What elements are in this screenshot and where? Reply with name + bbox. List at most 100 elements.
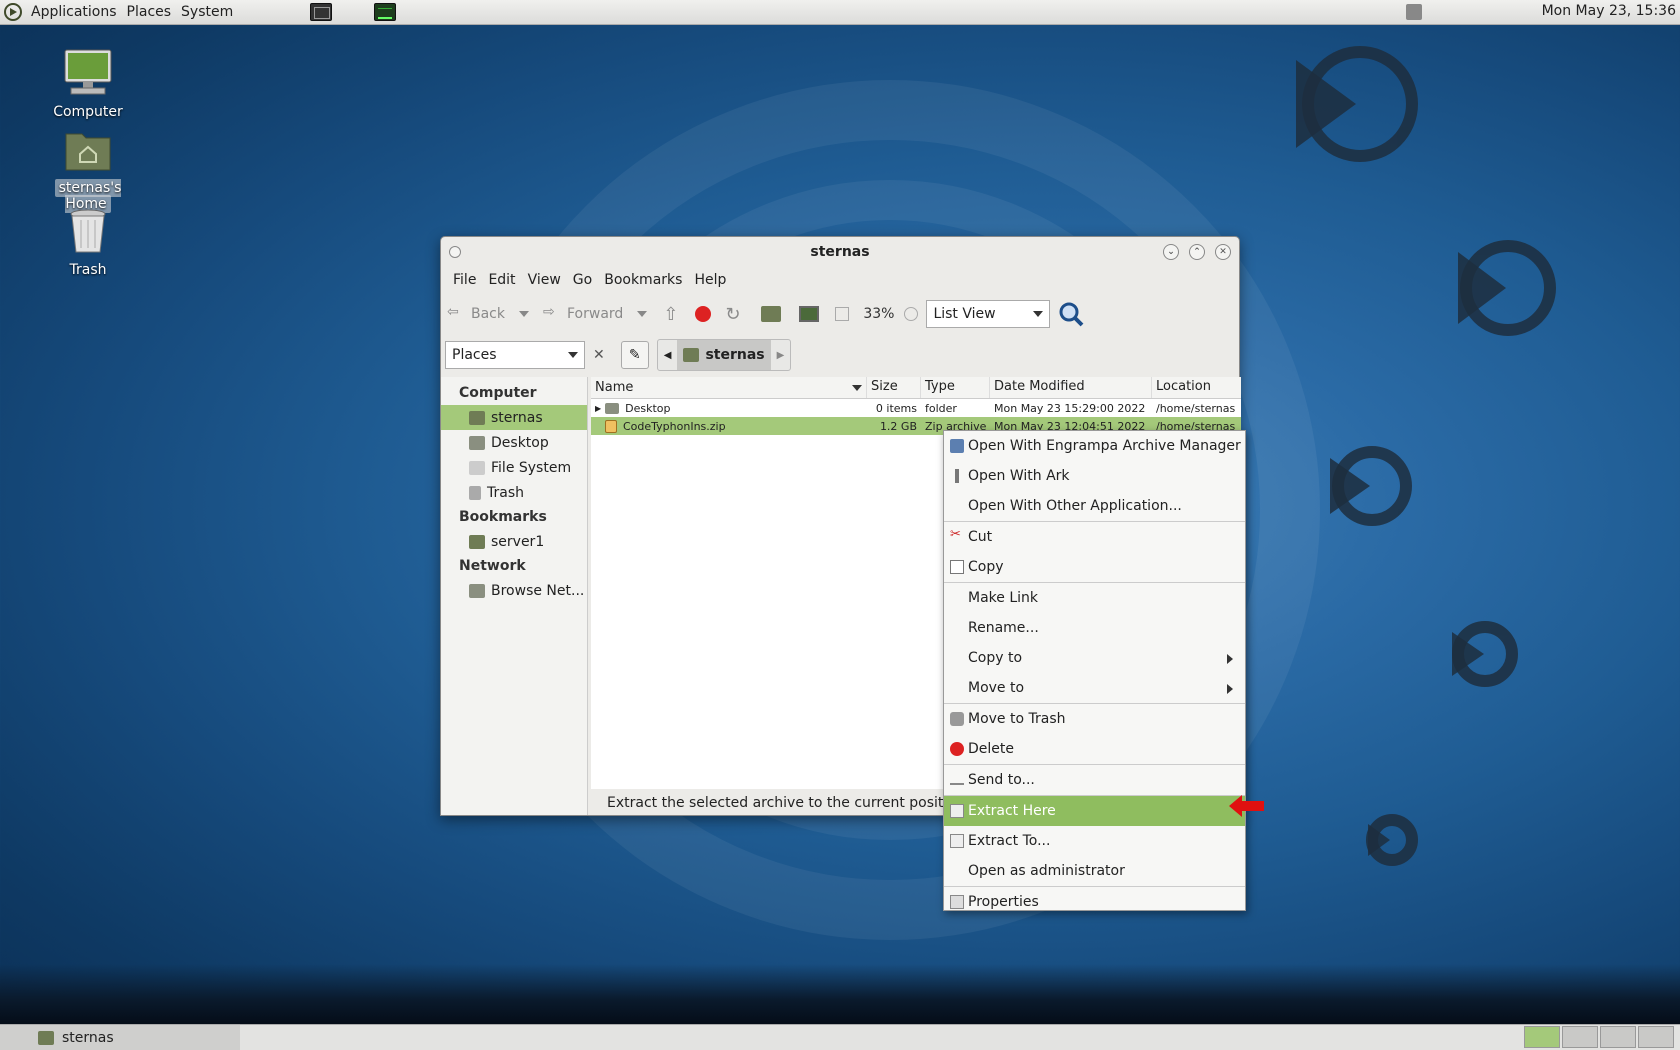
sidebar-item-sternas[interactable]: sternas [441,405,587,430]
chevron-down-icon [1033,311,1044,317]
menu-item-label: Extract Here [968,803,1056,819]
close-sidebar-icon[interactable]: ✕ [593,347,605,363]
menu-applications[interactable]: Applications [26,4,122,20]
terminal-launcher-icon[interactable] [310,3,333,21]
desktop-icon-computer[interactable]: Computer [33,48,143,120]
home-icon[interactable] [761,306,782,322]
back-label: Back [471,306,505,322]
breadcrumb-left-icon[interactable]: ◀ [658,350,678,361]
taskbar-item-sternas[interactable]: sternas [0,1024,240,1050]
menu-item-label: Open With Other Application... [968,498,1182,514]
desktop-icon-home[interactable]: sternas's Home [33,128,143,213]
minimize-icon[interactable]: ⌄ [1163,244,1179,260]
workspace-4[interactable] [1638,1026,1674,1048]
menu-edit[interactable]: Edit [482,272,521,288]
name-cell: CodeTyphonIns.zip [591,419,867,433]
view-mode-select[interactable]: List View [926,300,1051,328]
workspace-2[interactable] [1562,1026,1598,1048]
zoom-level[interactable]: 33% [863,306,894,322]
menu-item-open-ark[interactable]: Open With Ark [944,461,1245,491]
location-bar: Places ✕ ✎ ◀ sternas ▶ [441,335,1239,375]
system-monitor-launcher-icon[interactable] [374,3,397,21]
menu-item-open-as-admin[interactable]: Open as administrator [944,856,1245,886]
submenu-arrow-icon [1227,684,1233,694]
sidebar-item-trash[interactable]: Trash [441,480,587,505]
stop-icon[interactable] [695,306,712,322]
sort-descending-icon [852,384,862,391]
menu-item-send-to[interactable]: Send to... [944,765,1245,795]
places-value: Places [452,347,497,363]
zoom-in-icon[interactable] [904,307,919,321]
menu-bookmarks[interactable]: Bookmarks [598,272,688,288]
clock[interactable]: Mon May 23, 15:36 [1542,3,1676,19]
close-icon[interactable]: ✕ [1215,244,1231,260]
location-cell: /home/sternas [1156,401,1236,415]
menu-item-open-engrampa[interactable]: Open With Engrampa Archive Manager [944,431,1245,461]
breadcrumb-right-icon[interactable]: ▶ [771,350,791,361]
menu-item-move-to[interactable]: Move to [944,673,1245,703]
back-button[interactable]: ⇦ Back [447,304,505,324]
sidebar-item-label: Browse Net... [491,582,585,599]
menu-item-label: Copy [968,559,1004,575]
zoom-out-icon[interactable] [835,307,850,321]
menu-item-move-to-trash[interactable]: Move to Trash [944,704,1245,734]
annotation-arrow-icon [1229,795,1264,817]
column-header-type[interactable]: Type [921,377,990,398]
column-header-location[interactable]: Location [1152,377,1241,398]
file-name: Desktop [625,401,671,415]
desktop-folder-icon [605,402,620,414]
menu-file[interactable]: File [447,272,482,288]
search-icon[interactable] [1058,301,1084,327]
sidebar-item-file-system[interactable]: File System [441,455,587,480]
menu-item-copy[interactable]: Copy [944,552,1245,582]
menu-item-cut[interactable]: ✂ Cut [944,522,1245,552]
menu-system[interactable]: System [176,4,238,20]
table-row[interactable]: ▶ Desktop 0 items folder Mon May 23 15:2… [591,399,1241,417]
volume-icon[interactable] [1406,4,1422,20]
menu-view[interactable]: View [522,272,567,288]
maximize-icon[interactable]: ⌃ [1189,244,1205,260]
toggle-location-entry-button[interactable]: ✎ [620,341,649,369]
column-header-date[interactable]: Date Modified [990,377,1152,398]
menu-go[interactable]: Go [567,272,598,288]
menu-item-open-other[interactable]: Open With Other Application... [944,491,1245,521]
menu-item-extract-to[interactable]: Extract To... [944,826,1245,856]
up-arrow-icon[interactable]: ⇧ [663,304,683,325]
view-mode-value: List View [933,306,996,322]
menu-item-delete[interactable]: Delete [944,734,1245,764]
expander-icon[interactable]: ▶ [595,404,601,413]
menu-item-properties[interactable]: Properties [944,887,1245,917]
menu-item-label: Extract To... [968,833,1051,849]
computer-icon[interactable] [799,306,820,322]
forward-history-dropdown-icon[interactable] [637,311,648,317]
sidebar-item-browse-network[interactable]: Browse Net... [441,578,587,603]
menu-places[interactable]: Places [122,4,177,20]
workspace-1[interactable] [1524,1026,1560,1048]
menu-item-label: Make Link [968,590,1038,606]
window-titlebar[interactable]: sternas ⌄ ⌃ ✕ [441,237,1239,267]
forward-label: Forward [567,306,624,322]
column-header-size[interactable]: Size [867,377,921,398]
breadcrumb-current[interactable]: sternas [677,340,771,370]
menu-item-label: Open With Ark [968,468,1070,484]
reload-icon[interactable]: ↻ [725,304,745,325]
sidebar-item-desktop[interactable]: Desktop [441,430,587,455]
menu-item-rename[interactable]: Rename... [944,613,1245,643]
window-menu-icon[interactable] [449,246,461,258]
menu-item-copy-to[interactable]: Copy to [944,643,1245,673]
chevron-down-icon [568,352,578,358]
trash-icon [950,712,964,726]
forward-button[interactable]: ⇨ Forward [543,304,623,324]
menu-item-make-link[interactable]: Make Link [944,583,1245,613]
desktop-icon-trash[interactable]: Trash [33,208,143,278]
sidebar-item-server1[interactable]: server1 [441,529,587,554]
workspace-3[interactable] [1600,1026,1636,1048]
computer-icon [64,49,112,95]
mate-logo-icon[interactable] [4,3,22,21]
column-header-name[interactable]: Name [591,377,867,398]
sidebar-places-select[interactable]: Places [445,341,585,369]
menu-help[interactable]: Help [688,272,732,288]
context-menu: Open With Engrampa Archive Manager Open … [943,430,1246,911]
back-history-dropdown-icon[interactable] [519,311,529,317]
menu-item-extract-here[interactable]: Extract Here [944,796,1245,826]
